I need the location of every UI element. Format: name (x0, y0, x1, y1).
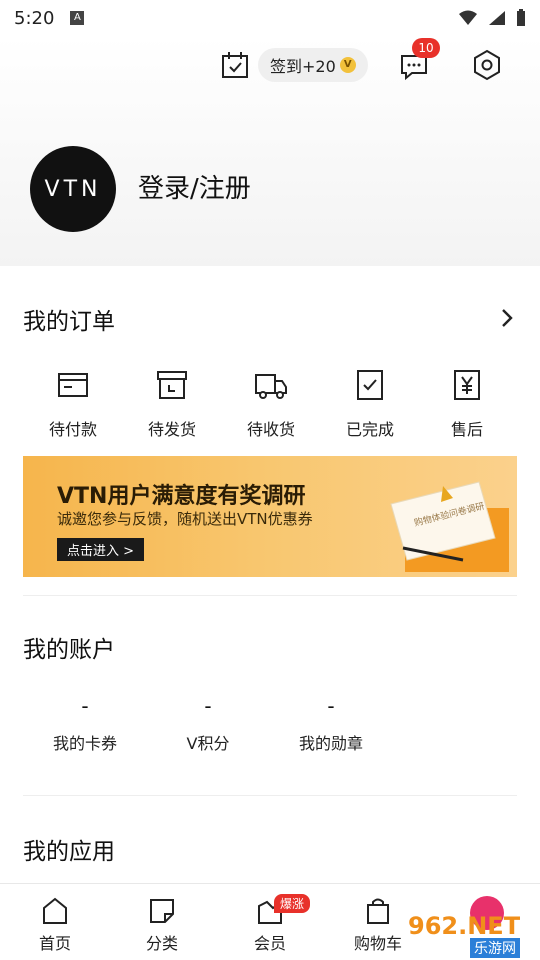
tab-label: 会员 (253, 934, 286, 953)
order-item-label: 待收货 (246, 420, 295, 439)
message-count-badge: 10 (412, 38, 440, 58)
account-value: - (204, 694, 212, 718)
watermark-sub: 乐游网 (470, 938, 520, 958)
cart-icon (367, 898, 389, 924)
tab-home[interactable]: 首页 (10, 896, 100, 954)
divider (23, 595, 517, 596)
divider (23, 795, 517, 796)
home-icon (43, 897, 67, 924)
category-icon (150, 899, 174, 923)
watermark-brand: 962.NET (408, 912, 521, 940)
banner-subtitle: 诚邀您参与反馈，随机送出VTN优惠券 (57, 510, 313, 528)
order-item-label: 待付款 (48, 420, 97, 439)
order-pending-payment[interactable]: 待付款 (23, 368, 123, 440)
account-label: 我的卡券 (52, 734, 117, 753)
tab-label: 分类 (145, 934, 178, 953)
order-after-sales[interactable]: 售后 (417, 368, 517, 440)
settings-icon[interactable] (470, 48, 504, 82)
order-pending-receipt[interactable]: 待收货 (221, 368, 321, 440)
signal-icon (489, 11, 505, 25)
gift-envelope-illustration: 购物体验问卷调研 (390, 481, 509, 572)
check-icon (357, 370, 383, 400)
login-register-link[interactable]: 登录/注册 (138, 168, 251, 205)
survey-banner[interactable]: VTN用户满意度有奖调研 诚邀您参与反馈，随机送出VTN优惠券 点击进入 > 购… (23, 456, 517, 577)
wifi-icon (459, 10, 477, 25)
account-label: 我的勋章 (298, 734, 363, 753)
account-points[interactable]: - V积分 (153, 694, 263, 754)
hot-badge: 爆涨 (274, 894, 311, 913)
signin-button[interactable]: 签到+20 V (258, 48, 368, 82)
status-time: 5:20 (14, 7, 55, 29)
order-item-label: 售后 (450, 420, 483, 439)
account-title: 我的账户 (23, 637, 115, 663)
status-bar: 5:20 A (0, 0, 540, 36)
orders-title[interactable]: 我的订单 (23, 302, 115, 336)
apps-title: 我的应用 (23, 839, 115, 865)
wallet-icon (58, 373, 88, 397)
banner-title: VTN用户满意度有奖调研 (57, 484, 306, 509)
signin-label: 签到+20 (270, 57, 336, 76)
account-medals[interactable]: - 我的勋章 (276, 694, 386, 754)
yen-icon (454, 370, 480, 400)
chevron-right-icon[interactable] (498, 307, 516, 329)
banner-enter-button[interactable]: 点击进入 > (57, 538, 145, 561)
account-value: - (327, 694, 335, 718)
box-icon (157, 371, 187, 399)
calendar-checkin-icon[interactable] (220, 50, 250, 80)
order-pending-shipment[interactable]: 待发货 (122, 368, 222, 440)
account-label: V积分 (186, 734, 230, 753)
order-item-label: 待发货 (147, 420, 196, 439)
account-coupons[interactable]: - 我的卡券 (30, 694, 140, 754)
account-value: - (81, 694, 89, 718)
avatar[interactable]: VTN (30, 146, 116, 232)
tab-label: 首页 (38, 934, 71, 953)
order-completed[interactable]: 已完成 (320, 368, 420, 440)
v-coin-icon: V (339, 57, 356, 73)
notification-a-icon: A (70, 11, 85, 25)
order-item-label: 已完成 (345, 420, 394, 439)
battery-icon (517, 9, 525, 26)
header-actions: 签到+20 V 10 (0, 38, 540, 88)
truck-icon (255, 374, 287, 399)
tab-category[interactable]: 分类 (117, 896, 207, 954)
